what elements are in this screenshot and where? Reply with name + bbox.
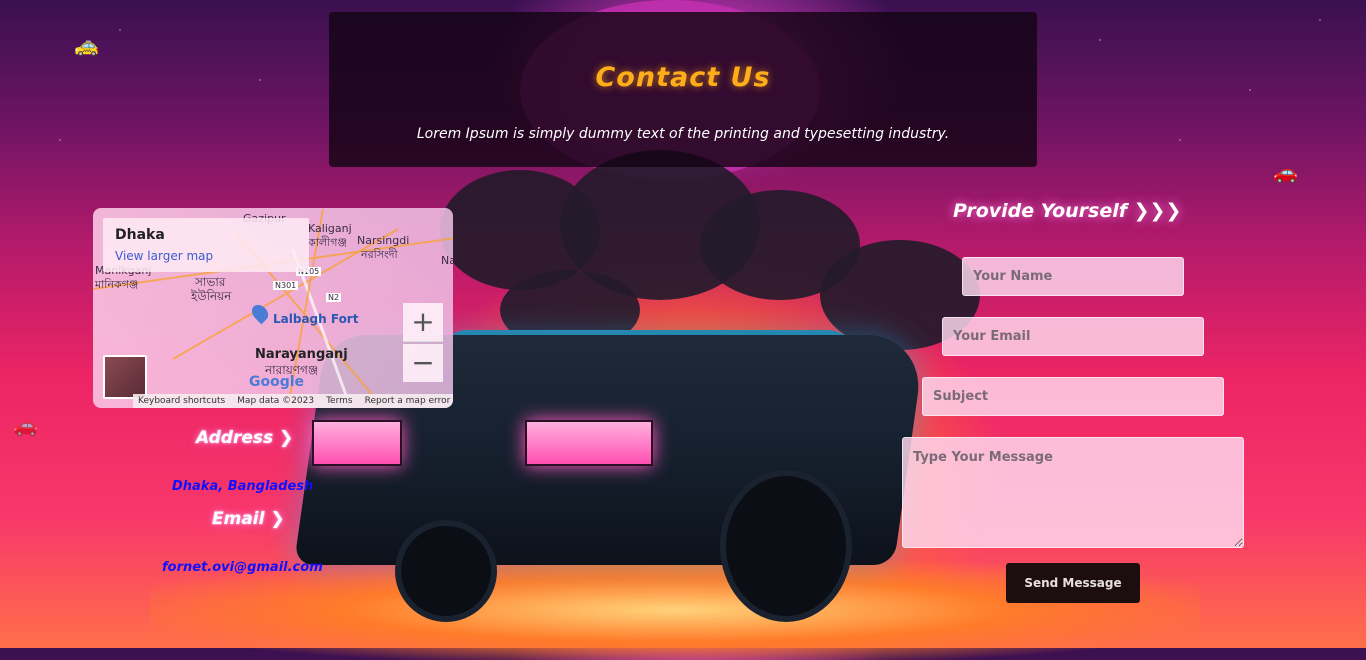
map-label: Lalbagh Fort — [273, 312, 359, 326]
email-heading: Email ❯ — [212, 509, 285, 529]
header-panel: Contact Us Lorem Ipsum is simply dummy t… — [329, 12, 1037, 167]
car-icon: 🚗 — [1273, 160, 1298, 184]
email-input[interactable] — [942, 317, 1204, 356]
terms-link[interactable]: Terms — [326, 396, 353, 406]
email-value[interactable]: fornet.ovi@gmail.com — [162, 560, 323, 575]
google-logo: Google — [249, 374, 305, 390]
send-message-button[interactable]: Send Message — [1006, 563, 1140, 603]
road-shield: N2 — [326, 293, 342, 302]
map-label: Na — [441, 254, 453, 267]
map-data-text: Map data ©2023 — [237, 396, 315, 406]
map-place-name: Dhaka — [115, 227, 165, 243]
zoom-in-button[interactable]: + — [403, 303, 443, 342]
road-shield: N301 — [273, 281, 299, 290]
map-label: নরসিংদী — [361, 248, 398, 261]
address-value: Dhaka, Bangladesh — [172, 479, 314, 494]
map-label: কালীগঞ্জ — [308, 236, 347, 249]
zoom-out-button[interactable]: − — [403, 344, 443, 382]
car-icon: 🚗 — [13, 413, 38, 437]
subject-input[interactable] — [922, 377, 1224, 416]
map-label: ইউনিয়ন — [191, 289, 232, 303]
map-info-card: Dhaka View larger map — [103, 218, 309, 272]
map-footer: Keyboard shortcuts Map data ©2023 Terms … — [133, 394, 453, 408]
page-title: Contact Us — [595, 62, 771, 93]
map-embed[interactable]: Gazipur Kaliganj কালীগঞ্জ Narsingdi নরসি… — [93, 208, 453, 408]
satellite-toggle-button[interactable] — [103, 355, 147, 399]
view-larger-map-link[interactable]: View larger map — [115, 249, 213, 263]
address-heading: Address ❯ — [196, 428, 294, 448]
page-subtitle: Lorem Ipsum is simply dummy text of the … — [416, 126, 950, 142]
taxi-icon: 🚕 — [74, 33, 99, 57]
name-input[interactable] — [962, 257, 1184, 296]
message-textarea[interactable] — [902, 437, 1244, 548]
map-label: মানিকগঞ্জ — [95, 278, 139, 291]
report-map-error-link[interactable]: Report a map error — [365, 396, 451, 406]
keyboard-shortcuts-link[interactable]: Keyboard shortcuts — [138, 396, 225, 406]
map-label: Narayanganj — [255, 347, 348, 362]
form-title: Provide Yourself ❯❯❯ — [953, 200, 1182, 222]
